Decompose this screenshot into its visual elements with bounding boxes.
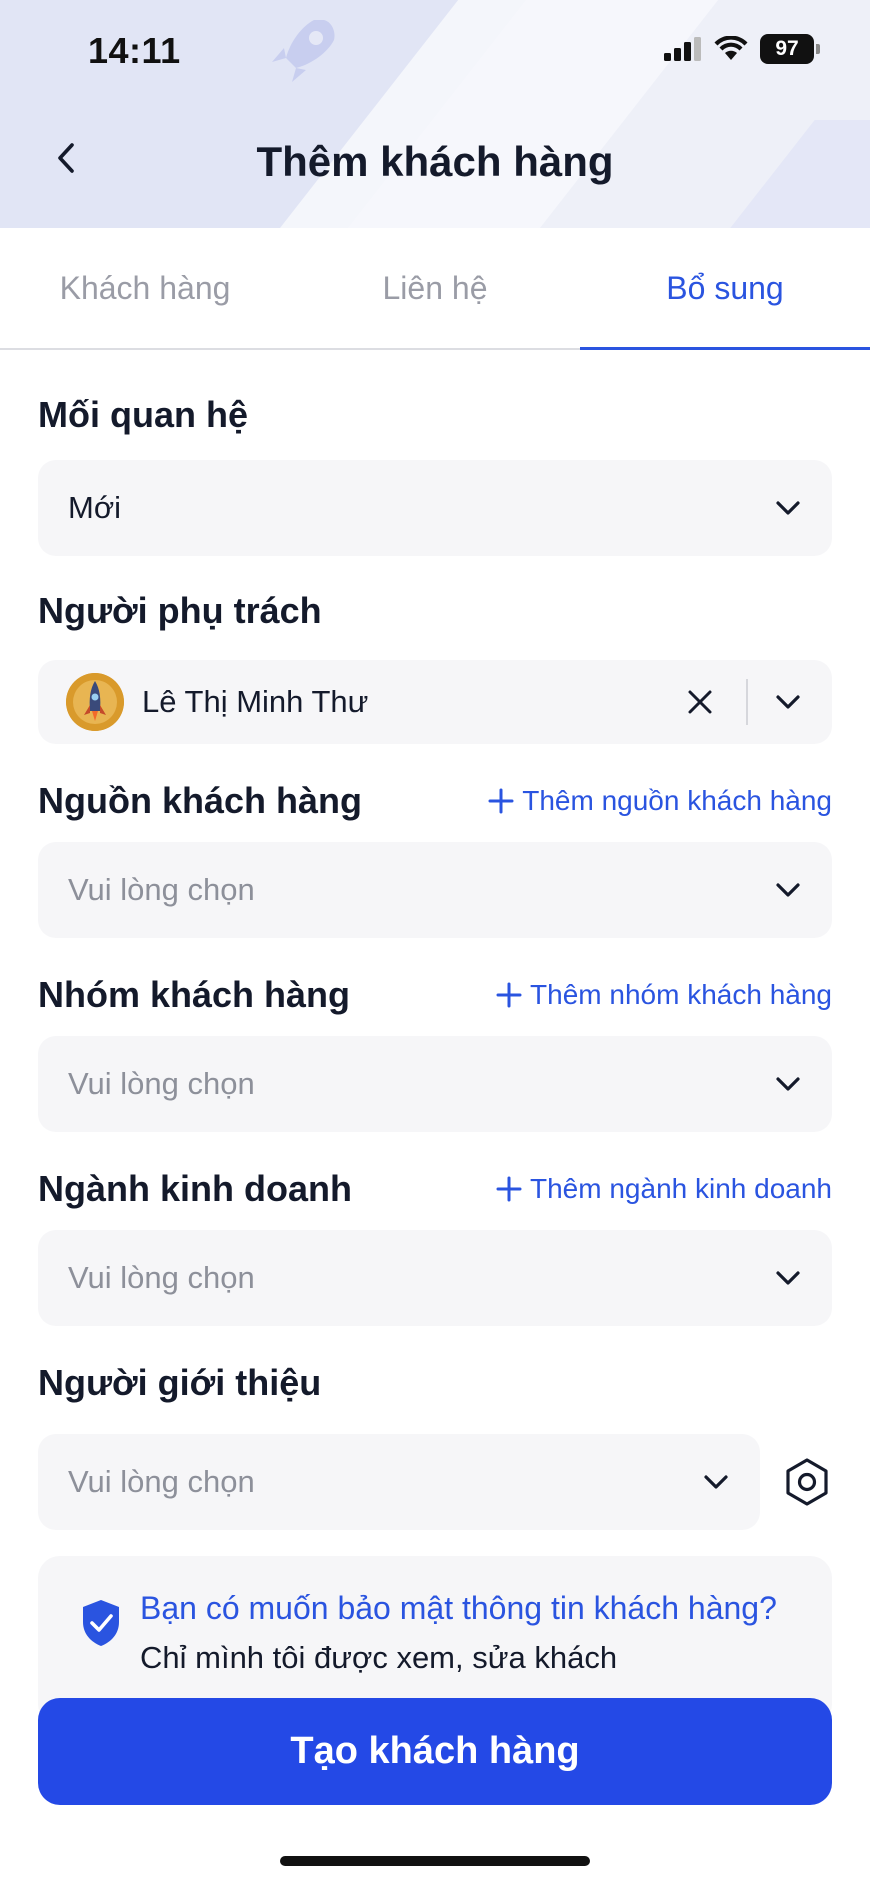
shield-check-icon bbox=[83, 1600, 119, 1646]
chevron-down-icon bbox=[776, 501, 800, 515]
group-placeholder: Vui lòng chọn bbox=[68, 1066, 255, 1101]
add-source-label: Thêm nguồn khách hàng bbox=[522, 785, 832, 816]
tab-contact[interactable]: Liên hệ bbox=[290, 228, 580, 348]
battery-indicator: 97 bbox=[760, 34, 820, 64]
chevron-down-icon bbox=[704, 1475, 728, 1489]
source-label: Nguồn khách hàng bbox=[38, 780, 362, 821]
rocket-avatar-icon bbox=[66, 673, 124, 731]
referrer-label: Người giới thiệu bbox=[38, 1362, 322, 1403]
tab-additional[interactable]: Bổ sung bbox=[580, 228, 870, 350]
owner-label: Người phụ trách bbox=[38, 590, 322, 631]
chevron-down-icon bbox=[776, 1077, 800, 1091]
tab-customer[interactable]: Khách hàng bbox=[0, 228, 290, 348]
privacy-description: Chỉ mình tôi được xem, sửa khách bbox=[140, 1640, 618, 1675]
chevron-down-icon bbox=[776, 1271, 800, 1285]
owner-name: Lê Thị Minh Thư bbox=[142, 684, 369, 719]
relationship-value: Mới bbox=[68, 490, 122, 525]
add-industry-label: Thêm ngành kinh doanh bbox=[530, 1173, 832, 1204]
clear-owner-button[interactable] bbox=[680, 682, 720, 722]
industry-placeholder: Vui lòng chọn bbox=[68, 1260, 255, 1295]
header: 14:11 97 Thêm khách hàng bbox=[0, 0, 870, 228]
plus-icon bbox=[496, 1176, 522, 1202]
source-label-row: Nguồn khách hàng Thêm nguồn khách hàng bbox=[38, 778, 832, 824]
add-group-label: Thêm nhóm khách hàng bbox=[530, 979, 832, 1010]
home-indicator bbox=[280, 1856, 590, 1866]
signal-icon bbox=[664, 37, 701, 61]
group-label-row: Nhóm khách hàng Thêm nhóm khách hàng bbox=[38, 972, 832, 1018]
referrer-label-row: Người giới thiệu bbox=[38, 1360, 832, 1406]
tab-bar: Khách hàng Liên hệ Bổ sung bbox=[0, 228, 870, 350]
group-label: Nhóm khách hàng bbox=[38, 974, 351, 1015]
wifi-icon bbox=[714, 36, 748, 60]
privacy-question: Bạn có muốn bảo mật thông tin khách hàng… bbox=[140, 1590, 777, 1626]
create-customer-button[interactable]: Tạo khách hàng bbox=[38, 1698, 832, 1805]
source-select[interactable]: Vui lòng chọn bbox=[38, 842, 832, 938]
add-source-link[interactable]: Thêm nguồn khách hàng bbox=[488, 785, 832, 817]
industry-select[interactable]: Vui lòng chọn bbox=[38, 1230, 832, 1326]
relationship-label: Mối quan hệ bbox=[38, 394, 248, 435]
rocket-icon bbox=[272, 20, 335, 82]
source-placeholder: Vui lòng chọn bbox=[68, 872, 255, 907]
page-title: Thêm khách hàng bbox=[256, 138, 614, 185]
referrer-settings-button[interactable] bbox=[782, 1457, 832, 1507]
referrer-select[interactable]: Vui lòng chọn bbox=[38, 1434, 760, 1530]
relationship-label-row: Mối quan hệ bbox=[38, 392, 832, 438]
form-content: Mối quan hệ Mới Người phụ trách Lê Thị M… bbox=[38, 352, 832, 1726]
divider bbox=[746, 679, 748, 725]
owner-label-row: Người phụ trách bbox=[38, 588, 832, 634]
group-select[interactable]: Vui lòng chọn bbox=[38, 1036, 832, 1132]
add-group-link[interactable]: Thêm nhóm khách hàng bbox=[496, 979, 832, 1011]
status-time: 14:11 bbox=[88, 30, 181, 71]
chevron-down-icon[interactable] bbox=[774, 693, 802, 711]
relationship-select[interactable]: Mới bbox=[38, 460, 832, 556]
chevron-down-icon bbox=[776, 883, 800, 897]
avatar bbox=[66, 673, 124, 731]
industry-label: Ngành kinh doanh bbox=[38, 1168, 352, 1209]
referrer-placeholder: Vui lòng chọn bbox=[68, 1464, 255, 1499]
add-industry-link[interactable]: Thêm ngành kinh doanh bbox=[496, 1173, 832, 1205]
close-icon bbox=[688, 690, 712, 714]
status-icons: 97 bbox=[664, 34, 820, 64]
plus-icon bbox=[488, 788, 514, 814]
bottom-bar bbox=[0, 1805, 870, 1883]
referrer-row: Vui lòng chọn bbox=[38, 1434, 832, 1530]
settings-hexagon-icon bbox=[786, 1458, 828, 1506]
industry-label-row: Ngành kinh doanh Thêm ngành kinh doanh bbox=[38, 1166, 832, 1212]
owner-select[interactable]: Lê Thị Minh Thư bbox=[38, 660, 832, 744]
plus-icon bbox=[496, 982, 522, 1008]
